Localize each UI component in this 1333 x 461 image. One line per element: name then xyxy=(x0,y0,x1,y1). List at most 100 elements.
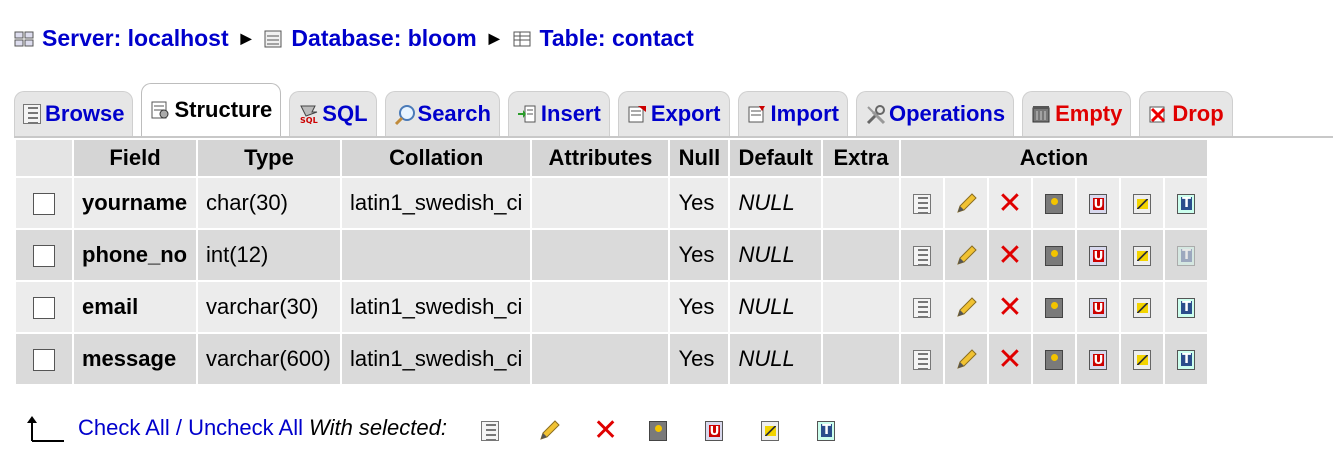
action-cell: ✕ xyxy=(989,178,1031,228)
breadcrumb-table-link[interactable]: Table: contact xyxy=(540,25,694,52)
action-cell xyxy=(1033,178,1075,228)
edit-pencil-icon[interactable] xyxy=(537,419,561,443)
action-cell xyxy=(1077,230,1119,280)
fulltext-icon[interactable] xyxy=(1177,298,1195,319)
unique-icon[interactable] xyxy=(1089,194,1107,215)
action-cell xyxy=(1033,334,1075,384)
header-collation: Collation xyxy=(342,140,531,176)
tab-export[interactable]: Export xyxy=(617,91,730,136)
primary-key-icon[interactable] xyxy=(1045,246,1063,267)
unique-icon[interactable] xyxy=(1089,350,1107,371)
drop-x-icon[interactable]: ✕ xyxy=(997,189,1022,219)
tab-sql[interactable]: SQL SQL xyxy=(289,91,377,136)
action-cell: ✕ xyxy=(989,282,1031,332)
primary-key-icon[interactable] xyxy=(1045,350,1063,371)
action-cell xyxy=(1165,230,1207,280)
action-cell xyxy=(901,178,943,228)
header-type: Type xyxy=(198,140,340,176)
browse-distinct-icon[interactable] xyxy=(481,421,499,442)
field-extra xyxy=(823,282,899,332)
tab-browse[interactable]: Browse xyxy=(14,91,134,136)
check-all-separator: / xyxy=(169,415,189,440)
action-cell: ✕ xyxy=(989,230,1031,280)
action-cell xyxy=(945,230,987,280)
tab-label: Structure xyxy=(174,97,273,122)
field-null: Yes xyxy=(670,334,729,384)
header-attributes: Attributes xyxy=(532,140,669,176)
fulltext-icon[interactable] xyxy=(1177,350,1195,371)
drop-x-icon[interactable]: ✕ xyxy=(997,293,1022,323)
fulltext-icon[interactable] xyxy=(817,421,835,442)
unique-icon[interactable] xyxy=(705,421,723,442)
tab-label: SQL xyxy=(322,101,368,126)
tab-empty[interactable]: Empty xyxy=(1022,91,1132,136)
edit-pencil-icon[interactable] xyxy=(954,192,978,216)
edit-pencil-icon[interactable] xyxy=(954,348,978,372)
action-cell xyxy=(945,334,987,384)
header-extra: Extra xyxy=(823,140,899,176)
drop-x-icon[interactable]: ✕ xyxy=(997,345,1022,375)
drop-x-icon[interactable]: ✕ xyxy=(997,241,1022,271)
table-icon xyxy=(512,28,532,48)
primary-key-icon[interactable] xyxy=(1045,194,1063,215)
browse-distinct-icon[interactable] xyxy=(913,350,931,371)
action-cell xyxy=(1121,334,1163,384)
fulltext-icon[interactable] xyxy=(1177,194,1195,215)
footer-action-slot xyxy=(537,417,560,440)
breadcrumb-arrow-icon: ▶ xyxy=(488,29,500,46)
breadcrumb-server-link[interactable]: Server: localhost xyxy=(42,25,229,52)
tab-structure[interactable]: Structure xyxy=(141,83,282,136)
field-default: NULL xyxy=(730,334,821,384)
table-row: phone_no int(12) Yes NULL ✕ xyxy=(16,230,1207,280)
row-checkbox[interactable] xyxy=(33,349,55,372)
field-attributes xyxy=(532,282,669,332)
tab-drop[interactable]: Drop xyxy=(1139,91,1233,136)
breadcrumb-database-link[interactable]: Database: bloom xyxy=(291,25,476,52)
table-header-row: Field Type Collation Attributes Null Def… xyxy=(16,140,1207,176)
action-cell xyxy=(1077,178,1119,228)
index-icon[interactable] xyxy=(1133,246,1151,267)
field-null: Yes xyxy=(670,178,729,228)
browse-distinct-icon[interactable] xyxy=(913,246,931,267)
index-icon[interactable] xyxy=(1133,194,1151,215)
browse-distinct-icon[interactable] xyxy=(913,298,931,319)
action-cell xyxy=(1033,282,1075,332)
edit-pencil-icon[interactable] xyxy=(954,296,978,320)
edit-pencil-icon[interactable] xyxy=(954,244,978,268)
action-cell xyxy=(1165,178,1207,228)
action-cell xyxy=(945,282,987,332)
action-cell: ✕ xyxy=(989,334,1031,384)
unique-icon[interactable] xyxy=(1089,298,1107,319)
unique-icon[interactable] xyxy=(1089,246,1107,267)
drop-icon xyxy=(1148,104,1168,124)
header-select xyxy=(16,140,72,176)
index-icon[interactable] xyxy=(1133,350,1151,371)
tab-operations[interactable]: Operations xyxy=(855,91,1015,136)
index-icon[interactable] xyxy=(761,421,779,442)
browse-distinct-icon[interactable] xyxy=(913,194,931,215)
field-default: NULL xyxy=(730,230,821,280)
row-checkbox[interactable] xyxy=(33,193,55,216)
drop-x-icon[interactable]: ✕ xyxy=(593,416,618,446)
field-collation xyxy=(342,230,531,280)
row-checkbox[interactable] xyxy=(33,297,55,320)
tab-search[interactable]: Search xyxy=(384,91,500,136)
field-default: NULL xyxy=(730,282,821,332)
row-checkbox[interactable] xyxy=(33,245,55,268)
primary-key-icon[interactable] xyxy=(1045,298,1063,319)
breadcrumb-arrow-icon: ▶ xyxy=(240,29,252,46)
action-cell xyxy=(901,282,943,332)
svg-text:SQL: SQL xyxy=(300,116,318,124)
tab-insert[interactable]: Insert xyxy=(507,91,610,136)
uncheck-all-link[interactable]: Uncheck All xyxy=(188,415,303,441)
field-attributes xyxy=(532,178,669,228)
index-icon[interactable] xyxy=(1133,298,1151,319)
row-select-cell xyxy=(16,282,72,332)
action-cell xyxy=(901,230,943,280)
row-select-cell xyxy=(16,178,72,228)
field-name: yourname xyxy=(74,178,196,228)
primary-key-icon[interactable] xyxy=(649,421,667,442)
check-all-link[interactable]: Check All xyxy=(78,415,170,441)
action-cell xyxy=(1077,282,1119,332)
tab-import[interactable]: Import xyxy=(737,91,848,136)
